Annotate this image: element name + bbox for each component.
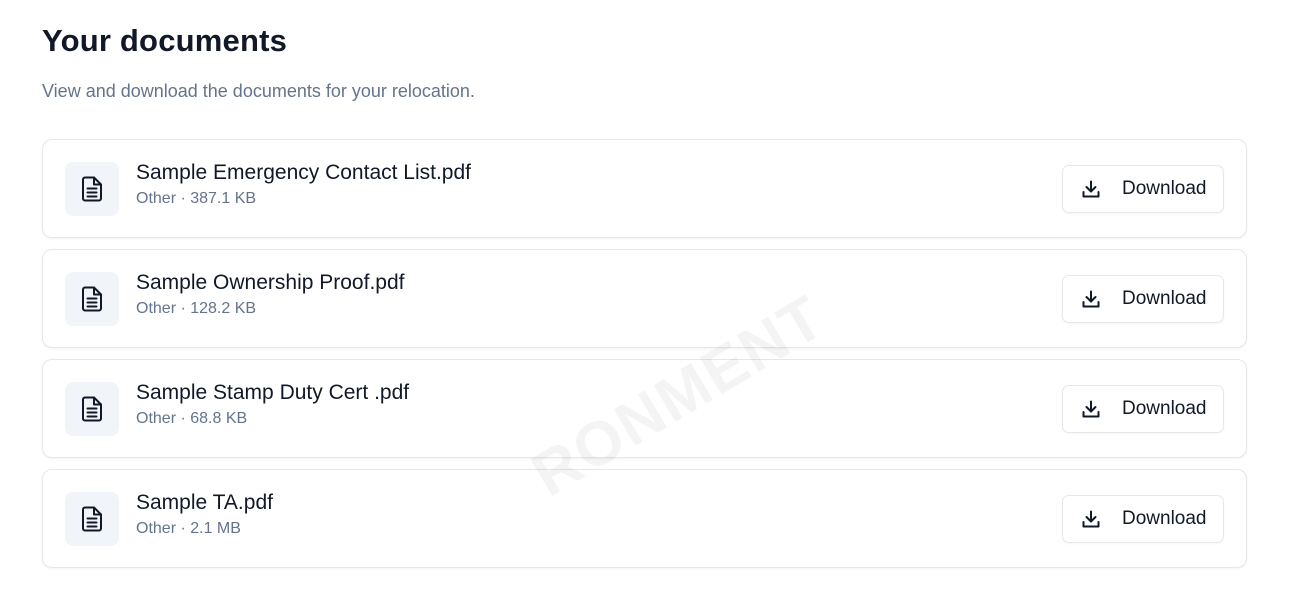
download-label: Download: [1122, 177, 1207, 199]
file-text-icon: [65, 491, 119, 546]
download-button[interactable]: Download: [1062, 164, 1224, 213]
document-info: Sample Ownership Proof.pdf Other · 128.2…: [136, 270, 1062, 319]
document-card: Sample Stamp Duty Cert .pdf Other · 68.8…: [42, 359, 1247, 458]
document-card: Sample Emergency Contact List.pdf Other …: [42, 139, 1247, 238]
document-meta: Other · 2.1 MB: [136, 520, 241, 537]
file-text-icon: [65, 381, 119, 436]
document-meta: Other · 128.2 KB: [136, 300, 257, 317]
download-icon: [1081, 179, 1101, 199]
file-text-icon: [65, 161, 119, 216]
document-info: Sample Stamp Duty Cert .pdf Other · 68.8…: [136, 380, 1062, 429]
documents-page: Your documents View and download the doc…: [0, 0, 1300, 600]
document-name: Sample Emergency Contact List.pdf: [136, 161, 471, 184]
document-card: Sample TA.pdf Other · 2.1 MB Download: [42, 469, 1247, 568]
download-button[interactable]: Download: [1062, 274, 1224, 323]
document-name: Sample Stamp Duty Cert .pdf: [136, 381, 410, 404]
download-label: Download: [1122, 507, 1207, 529]
document-name: Sample TA.pdf: [136, 491, 273, 514]
document-info: Sample Emergency Contact List.pdf Other …: [136, 160, 1062, 209]
download-label: Download: [1122, 397, 1207, 419]
document-name: Sample Ownership Proof.pdf: [136, 271, 405, 294]
download-icon: [1081, 399, 1101, 419]
page-subtitle: View and download the documents for your…: [42, 81, 475, 101]
download-button[interactable]: Download: [1062, 384, 1224, 433]
download-button[interactable]: Download: [1062, 494, 1224, 543]
download-icon: [1081, 289, 1101, 309]
document-meta: Other · 68.8 KB: [136, 410, 248, 427]
download-label: Download: [1122, 287, 1207, 309]
document-list: Sample Emergency Contact List.pdf Other …: [42, 139, 1247, 568]
download-icon: [1081, 509, 1101, 529]
document-meta: Other · 387.1 KB: [136, 190, 257, 207]
file-text-icon: [65, 271, 119, 326]
document-info: Sample TA.pdf Other · 2.1 MB: [136, 490, 1062, 539]
page-title: Your documents: [42, 23, 288, 58]
document-card: Sample Ownership Proof.pdf Other · 128.2…: [42, 249, 1247, 348]
